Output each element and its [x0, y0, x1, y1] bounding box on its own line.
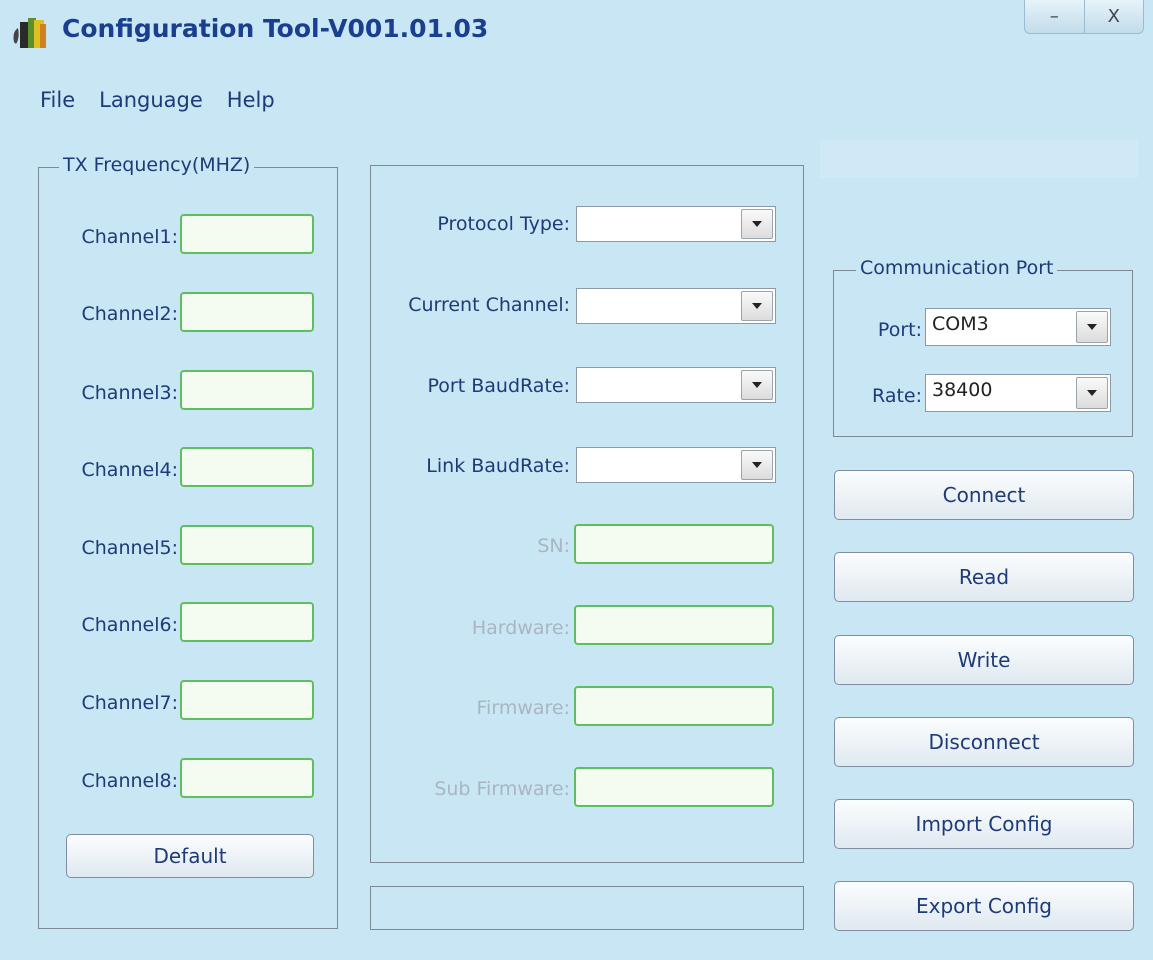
channel5-label: Channel5: [81, 537, 179, 559]
disconnect-button[interactable]: Disconnect [834, 717, 1134, 767]
connect-button[interactable]: Connect [834, 470, 1134, 520]
rate-select[interactable]: 38400 [925, 374, 1111, 412]
menu-bar: File Language Help [40, 88, 299, 112]
channel2-input[interactable] [180, 292, 314, 332]
rate-value: 38400 [932, 379, 993, 401]
export-config-button[interactable]: Export Config [834, 881, 1134, 931]
current-channel-label: Current Channel: [408, 294, 570, 316]
channel6-label: Channel6: [81, 614, 179, 636]
protocol-type-select[interactable] [576, 206, 776, 242]
configuration-tool-window: Configuration Tool-V001.01.03 – X File L… [0, 0, 1153, 960]
minimize-button[interactable]: – [1025, 0, 1084, 33]
menu-language[interactable]: Language [99, 88, 203, 112]
tx-frequency-legend: TX Frequency(MHZ) [59, 154, 255, 176]
sub-firmware-field [574, 767, 774, 807]
port-baudrate-select[interactable] [576, 367, 776, 403]
window-controls: – X [1024, 0, 1144, 34]
protocol-type-label: Protocol Type: [437, 213, 570, 235]
menu-help[interactable]: Help [227, 88, 275, 112]
status-bar [370, 886, 804, 930]
port-baudrate-label: Port BaudRate: [427, 375, 570, 397]
communication-port-legend: Communication Port [856, 257, 1058, 279]
import-config-button[interactable]: Import Config [834, 799, 1134, 849]
chevron-down-icon[interactable] [741, 370, 773, 400]
current-channel-select[interactable] [576, 288, 776, 324]
channel2-label: Channel2: [81, 303, 179, 325]
channel8-input[interactable] [180, 758, 314, 798]
channel3-input[interactable] [180, 370, 314, 410]
channel5-input[interactable] [180, 525, 314, 565]
read-button[interactable]: Read [834, 552, 1134, 602]
app-icon [13, 18, 46, 48]
menu-file[interactable]: File [40, 88, 75, 112]
close-button[interactable]: X [1083, 0, 1144, 33]
firmware-field [574, 686, 774, 726]
port-label: Port: [877, 319, 922, 341]
sn-label: SN: [537, 535, 570, 557]
write-button[interactable]: Write [834, 635, 1134, 685]
channel1-input[interactable] [180, 214, 314, 254]
chevron-down-icon[interactable] [741, 209, 773, 239]
channel7-input[interactable] [180, 680, 314, 720]
rate-label: Rate: [872, 385, 922, 407]
channel4-input[interactable] [180, 447, 314, 487]
sub-firmware-label: Sub Firmware: [434, 778, 570, 800]
port-value: COM3 [932, 313, 989, 335]
firmware-label: Firmware: [476, 697, 570, 719]
hardware-field [574, 605, 774, 645]
sn-field [574, 524, 774, 564]
chevron-down-icon[interactable] [741, 291, 773, 321]
link-baudrate-select[interactable] [576, 447, 776, 483]
hardware-label: Hardware: [471, 617, 570, 639]
link-baudrate-label: Link BaudRate: [426, 455, 570, 477]
channel7-label: Channel7: [81, 692, 179, 714]
channel1-label: Channel1: [81, 226, 179, 248]
chevron-down-icon[interactable] [1076, 311, 1108, 343]
chevron-down-icon[interactable] [741, 450, 773, 480]
channel8-label: Channel8: [81, 770, 179, 792]
port-select[interactable]: COM3 [925, 308, 1111, 346]
window-title: Configuration Tool-V001.01.03 [62, 14, 489, 43]
header-strip [820, 140, 1138, 178]
channel3-label: Channel3: [81, 382, 179, 404]
settings-group [370, 165, 804, 863]
default-button[interactable]: Default [66, 834, 314, 878]
chevron-down-icon[interactable] [1076, 377, 1108, 409]
channel6-input[interactable] [180, 602, 314, 642]
channel4-label: Channel4: [81, 459, 179, 481]
